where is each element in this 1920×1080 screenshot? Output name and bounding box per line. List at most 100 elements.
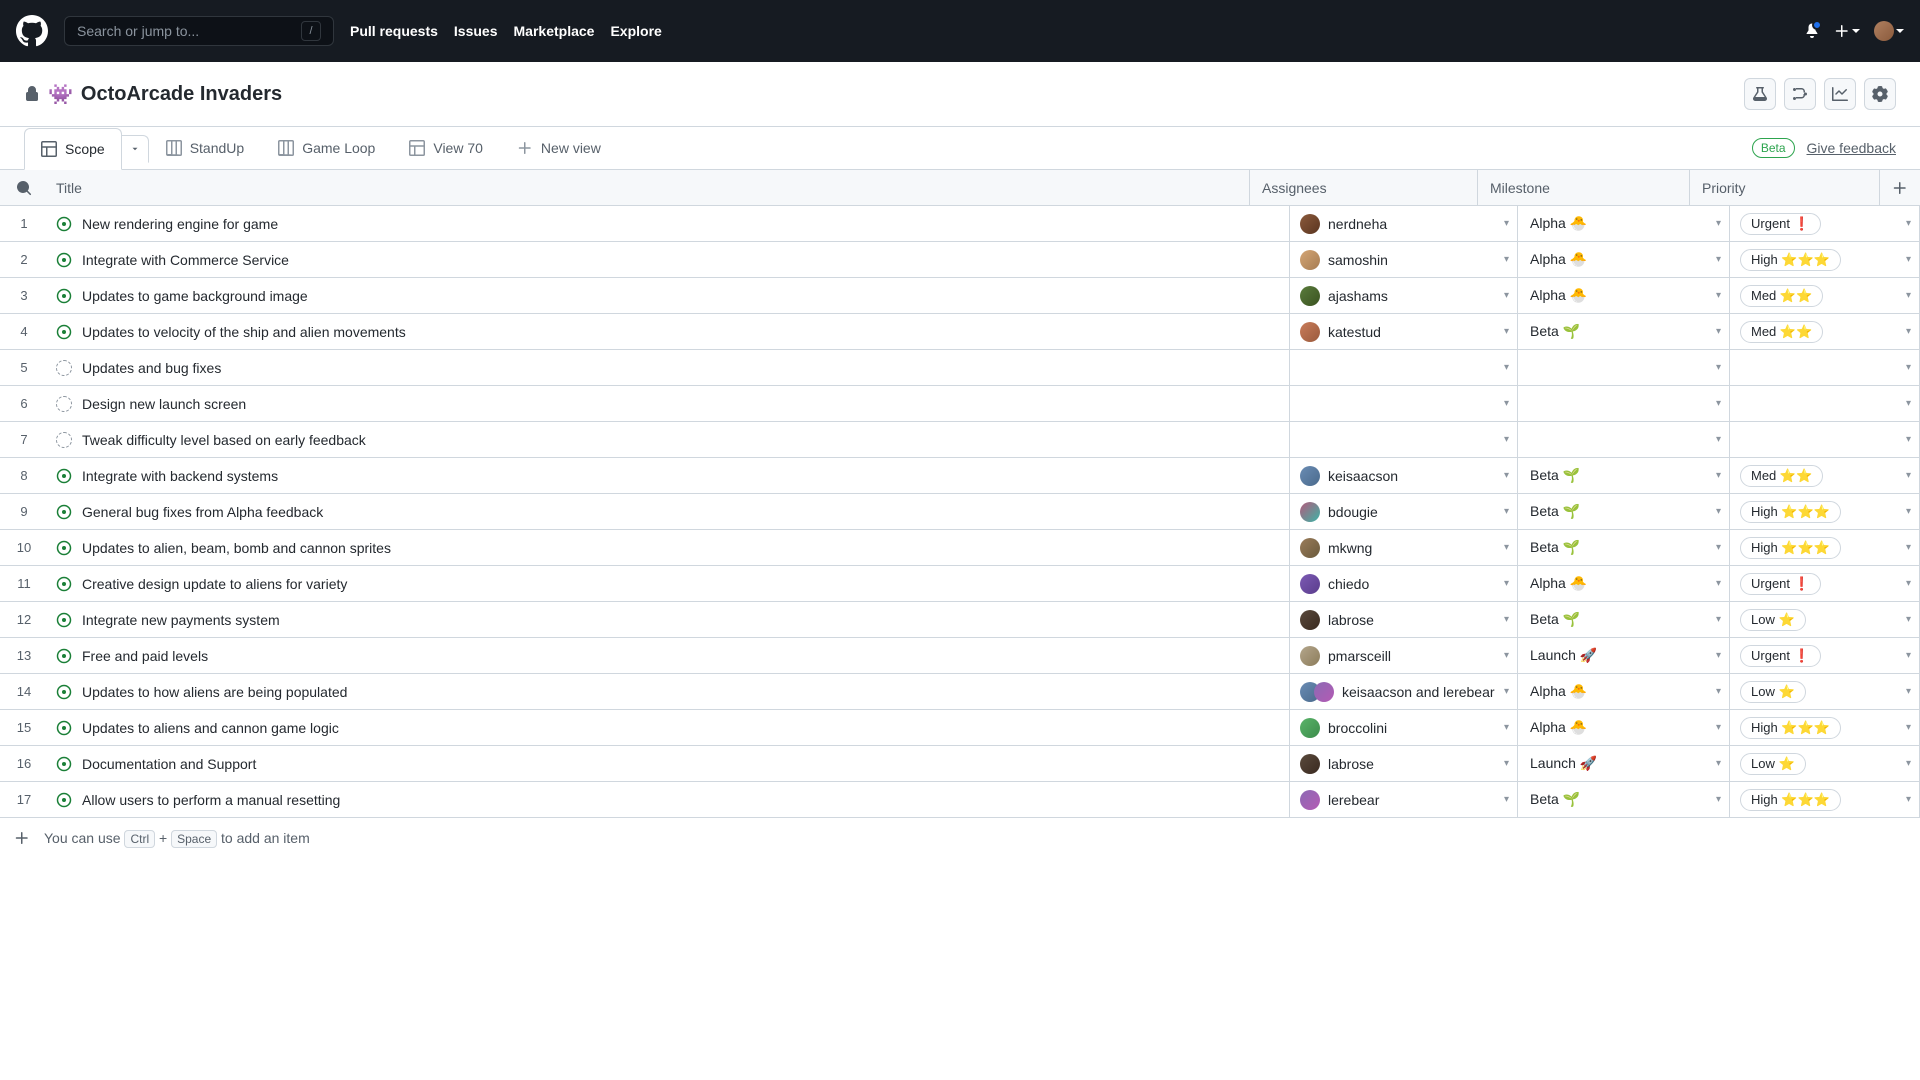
column-header-title[interactable]: Title bbox=[48, 170, 1250, 205]
cell-title[interactable]: New rendering engine for game bbox=[48, 206, 1290, 241]
table-row[interactable]: 8Integrate with backend systemskeisaacso… bbox=[0, 458, 1920, 494]
table-row[interactable]: 4Updates to velocity of the ship and ali… bbox=[0, 314, 1920, 350]
table-row[interactable]: 16Documentation and Supportlabrose▾Launc… bbox=[0, 746, 1920, 782]
priority-badge[interactable]: Urgent ❗ bbox=[1740, 213, 1821, 235]
column-header-priority[interactable]: Priority bbox=[1690, 170, 1880, 205]
table-row[interactable]: 1New rendering engine for gamenerdneha▾A… bbox=[0, 206, 1920, 242]
cell-title[interactable]: Integrate new payments system bbox=[48, 602, 1290, 637]
cell-milestone[interactable]: Launch 🚀▾ bbox=[1518, 638, 1730, 673]
cell-assignees[interactable]: ▾ bbox=[1290, 422, 1518, 457]
table-row[interactable]: 11Creative design update to aliens for v… bbox=[0, 566, 1920, 602]
cell-title[interactable]: Free and paid levels bbox=[48, 638, 1290, 673]
cell-priority[interactable]: Med ⭐⭐▾ bbox=[1730, 314, 1920, 349]
priority-badge[interactable]: Low ⭐ bbox=[1740, 681, 1806, 703]
cell-milestone[interactable]: Alpha 🐣▾ bbox=[1518, 566, 1730, 601]
tab-scope-menu[interactable] bbox=[122, 135, 149, 163]
cell-title[interactable]: Allow users to perform a manual resettin… bbox=[48, 782, 1290, 817]
nav-pull-requests[interactable]: Pull requests bbox=[350, 23, 438, 39]
column-header-milestone[interactable]: Milestone bbox=[1478, 170, 1690, 205]
cell-priority[interactable]: High ⭐⭐⭐▾ bbox=[1730, 782, 1920, 817]
cell-milestone[interactable]: Beta 🌱▾ bbox=[1518, 782, 1730, 817]
beaker-button[interactable] bbox=[1744, 78, 1776, 110]
cell-assignees[interactable]: labrose▾ bbox=[1290, 746, 1518, 781]
cell-title[interactable]: Updates to game background image bbox=[48, 278, 1290, 313]
table-row[interactable]: 9General bug fixes from Alpha feedbackbd… bbox=[0, 494, 1920, 530]
cell-title[interactable]: Design new launch screen bbox=[48, 386, 1290, 421]
notifications-button[interactable] bbox=[1804, 22, 1820, 41]
cell-title[interactable]: Integrate with backend systems bbox=[48, 458, 1290, 493]
cell-milestone[interactable]: Beta 🌱▾ bbox=[1518, 494, 1730, 529]
cell-milestone[interactable]: ▾ bbox=[1518, 422, 1730, 457]
cell-milestone[interactable]: Beta 🌱▾ bbox=[1518, 530, 1730, 565]
tab-standup[interactable]: StandUp bbox=[149, 127, 261, 169]
cell-milestone[interactable]: Alpha 🐣▾ bbox=[1518, 674, 1730, 709]
search-input[interactable]: Search or jump to... / bbox=[64, 16, 334, 46]
cell-priority[interactable]: High ⭐⭐⭐▾ bbox=[1730, 710, 1920, 745]
cell-assignees[interactable]: keisaacson▾ bbox=[1290, 458, 1518, 493]
priority-badge[interactable]: Urgent ❗ bbox=[1740, 573, 1821, 595]
column-header-assignees[interactable]: Assignees bbox=[1250, 170, 1478, 205]
cell-title[interactable]: Updates to velocity of the ship and alie… bbox=[48, 314, 1290, 349]
cell-assignees[interactable]: labrose▾ bbox=[1290, 602, 1518, 637]
give-feedback-link[interactable]: Give feedback bbox=[1807, 140, 1897, 156]
table-row[interactable]: 12Integrate new payments systemlabrose▾B… bbox=[0, 602, 1920, 638]
cell-assignees[interactable]: lerebear▾ bbox=[1290, 782, 1518, 817]
user-menu[interactable] bbox=[1874, 21, 1904, 41]
tab-view70[interactable]: View 70 bbox=[392, 127, 500, 169]
create-new-menu[interactable] bbox=[1834, 23, 1860, 39]
insights-button[interactable] bbox=[1824, 78, 1856, 110]
cell-title[interactable]: General bug fixes from Alpha feedback bbox=[48, 494, 1290, 529]
cell-priority[interactable]: ▾ bbox=[1730, 350, 1920, 385]
cell-milestone[interactable]: Alpha 🐣▾ bbox=[1518, 278, 1730, 313]
cell-assignees[interactable]: keisaacson and lerebear▾ bbox=[1290, 674, 1518, 709]
cell-priority[interactable]: High ⭐⭐⭐▾ bbox=[1730, 242, 1920, 277]
cell-title[interactable]: Updates to alien, beam, bomb and cannon … bbox=[48, 530, 1290, 565]
cell-assignees[interactable]: ▾ bbox=[1290, 350, 1518, 385]
table-row[interactable]: 15Updates to aliens and cannon game logi… bbox=[0, 710, 1920, 746]
cell-assignees[interactable]: ▾ bbox=[1290, 386, 1518, 421]
table-row[interactable]: 3Updates to game background imageajasham… bbox=[0, 278, 1920, 314]
tab-scope[interactable]: Scope bbox=[24, 128, 122, 170]
cell-assignees[interactable]: samoshin▾ bbox=[1290, 242, 1518, 277]
cell-milestone[interactable]: ▾ bbox=[1518, 350, 1730, 385]
cell-priority[interactable]: ▾ bbox=[1730, 422, 1920, 457]
table-row[interactable]: 10Updates to alien, beam, bomb and canno… bbox=[0, 530, 1920, 566]
nav-marketplace[interactable]: Marketplace bbox=[514, 23, 595, 39]
priority-badge[interactable]: High ⭐⭐⭐ bbox=[1740, 501, 1841, 523]
cell-milestone[interactable]: ▾ bbox=[1518, 386, 1730, 421]
priority-badge[interactable]: Low ⭐ bbox=[1740, 609, 1806, 631]
cell-priority[interactable]: Low ⭐▾ bbox=[1730, 602, 1920, 637]
priority-badge[interactable]: Urgent ❗ bbox=[1740, 645, 1821, 667]
project-title[interactable]: OctoArcade Invaders bbox=[81, 83, 282, 106]
cell-title[interactable]: Updates to how aliens are being populate… bbox=[48, 674, 1290, 709]
priority-badge[interactable]: High ⭐⭐⭐ bbox=[1740, 789, 1841, 811]
priority-badge[interactable]: Low ⭐ bbox=[1740, 753, 1806, 775]
cell-milestone[interactable]: Beta 🌱▾ bbox=[1518, 314, 1730, 349]
cell-priority[interactable]: Med ⭐⭐▾ bbox=[1730, 458, 1920, 493]
priority-badge[interactable]: Med ⭐⭐ bbox=[1740, 465, 1823, 487]
priority-badge[interactable]: High ⭐⭐⭐ bbox=[1740, 537, 1841, 559]
cell-title[interactable]: Tweak difficulty level based on early fe… bbox=[48, 422, 1290, 457]
settings-button[interactable] bbox=[1864, 78, 1896, 110]
priority-badge[interactable]: High ⭐⭐⭐ bbox=[1740, 249, 1841, 271]
cell-milestone[interactable]: Alpha 🐣▾ bbox=[1518, 710, 1730, 745]
priority-badge[interactable]: High ⭐⭐⭐ bbox=[1740, 717, 1841, 739]
cell-title[interactable]: Documentation and Support bbox=[48, 746, 1290, 781]
table-row[interactable]: 13Free and paid levelspmarsceill▾Launch … bbox=[0, 638, 1920, 674]
nav-explore[interactable]: Explore bbox=[610, 23, 661, 39]
tab-new-view[interactable]: New view bbox=[500, 127, 618, 169]
nav-issues[interactable]: Issues bbox=[454, 23, 498, 39]
table-row[interactable]: 17Allow users to perform a manual resett… bbox=[0, 782, 1920, 818]
add-column-button[interactable] bbox=[1880, 170, 1920, 205]
cell-assignees[interactable]: mkwng▾ bbox=[1290, 530, 1518, 565]
table-row[interactable]: 5Updates and bug fixes▾▾▾ bbox=[0, 350, 1920, 386]
cell-priority[interactable]: Low ⭐▾ bbox=[1730, 746, 1920, 781]
cell-milestone[interactable]: Launch 🚀▾ bbox=[1518, 746, 1730, 781]
search-column-button[interactable] bbox=[0, 170, 48, 205]
cell-priority[interactable]: High ⭐⭐⭐▾ bbox=[1730, 494, 1920, 529]
cell-assignees[interactable]: bdougie▾ bbox=[1290, 494, 1518, 529]
cell-assignees[interactable]: broccolini▾ bbox=[1290, 710, 1518, 745]
cell-priority[interactable]: Low ⭐▾ bbox=[1730, 674, 1920, 709]
cell-priority[interactable]: Urgent ❗▾ bbox=[1730, 566, 1920, 601]
github-logo-icon[interactable] bbox=[16, 15, 48, 47]
